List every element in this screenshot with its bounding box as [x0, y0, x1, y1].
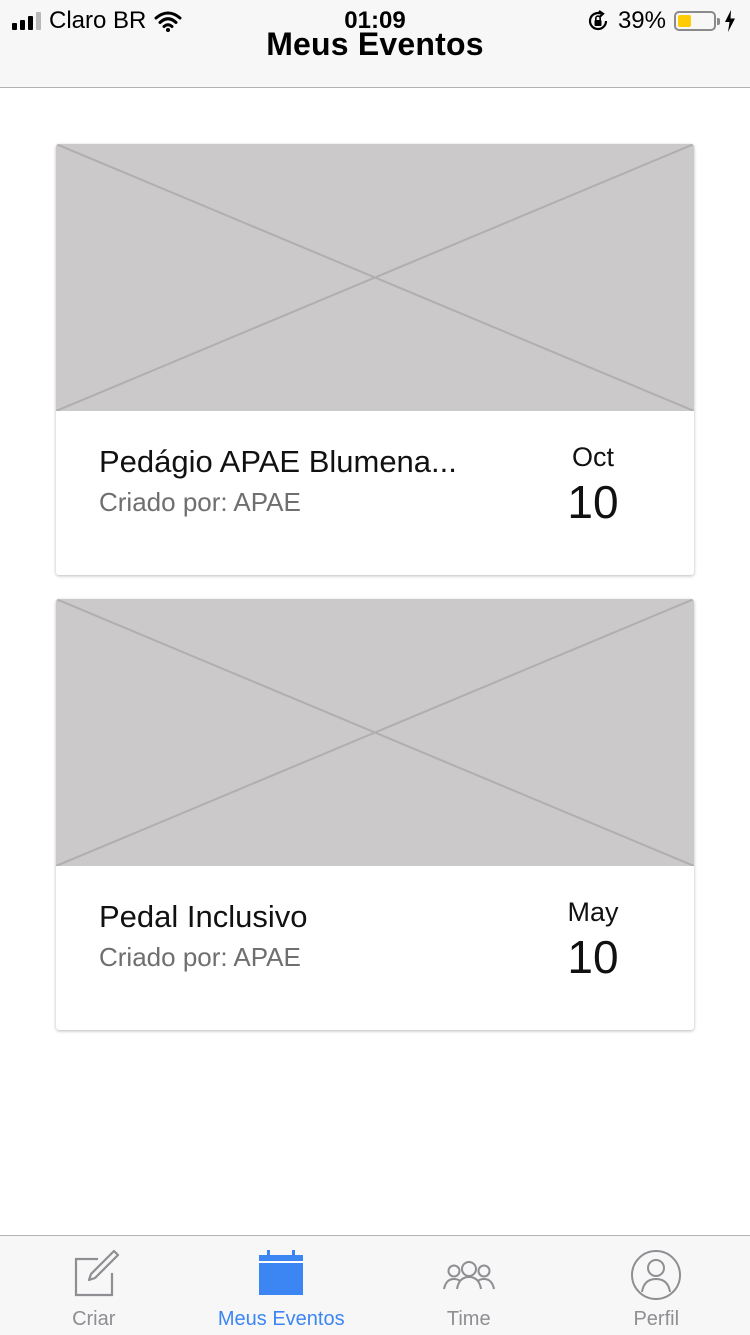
event-date: May 10: [548, 896, 638, 982]
tab-time[interactable]: Time: [375, 1236, 563, 1335]
event-title: Pedágio APAE Blumena...: [99, 444, 457, 480]
team-icon: [441, 1249, 497, 1297]
tab-label: Criar: [0, 1308, 188, 1331]
page-title: Meus Eventos: [0, 26, 750, 63]
tab-bar: Criar Meus Eventos Time Perfil: [0, 1235, 750, 1335]
tab-label: Time: [375, 1308, 563, 1331]
tab-perfil[interactable]: Perfil: [563, 1236, 750, 1335]
tab-criar[interactable]: Criar: [0, 1236, 188, 1335]
event-day: 10: [548, 477, 638, 527]
navigation-bar: Claro BR 01:09 39% Meus Eventos: [0, 0, 750, 88]
event-date: Oct 10: [548, 441, 638, 527]
compose-icon: [68, 1249, 120, 1297]
event-card[interactable]: Pedágio APAE Blumena... Criado por: APAE…: [56, 144, 694, 575]
event-month: Oct: [548, 441, 638, 473]
event-title: Pedal Inclusivo: [99, 899, 308, 935]
calendar-icon: [257, 1249, 305, 1297]
tab-label: Meus Eventos: [188, 1308, 376, 1331]
tab-label: Perfil: [563, 1308, 750, 1331]
event-card[interactable]: Pedal Inclusivo Criado por: APAE May 10: [56, 599, 694, 1030]
event-day: 10: [548, 932, 638, 982]
event-creator: Criado por: APAE: [99, 487, 301, 518]
event-month: May: [548, 896, 638, 928]
event-image-placeholder: [56, 599, 694, 866]
event-creator: Criado por: APAE: [99, 942, 301, 973]
tab-meus-eventos[interactable]: Meus Eventos: [188, 1236, 376, 1335]
profile-icon: [630, 1249, 682, 1301]
event-image-placeholder: [56, 144, 694, 411]
